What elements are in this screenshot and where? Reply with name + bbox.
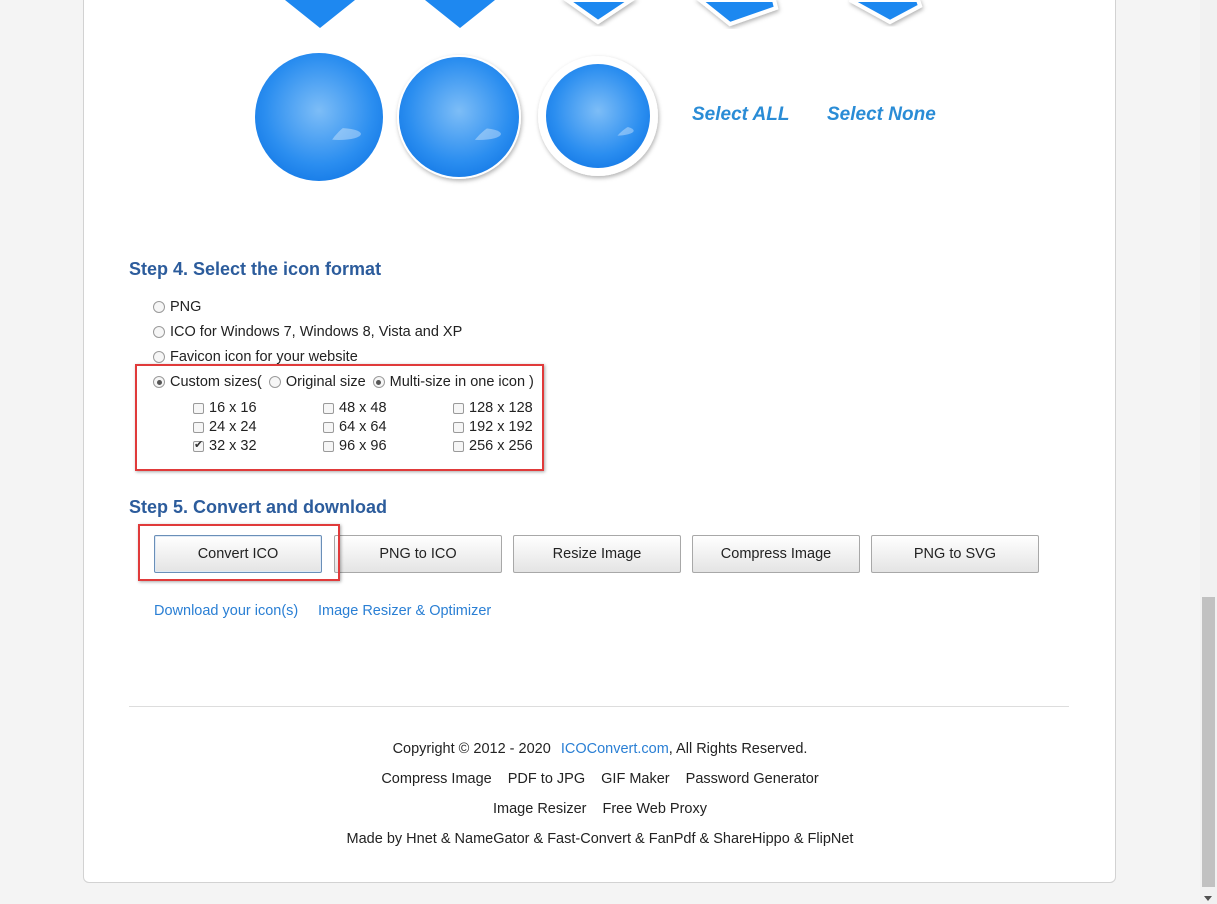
radio-icon[interactable] xyxy=(153,301,165,313)
shield-icon-4[interactable] xyxy=(696,0,780,32)
radio-icon[interactable] xyxy=(153,351,165,363)
footer-link-compress-image[interactable]: Compress Image xyxy=(381,771,491,787)
png-to-svg-button[interactable]: PNG to SVG xyxy=(871,535,1039,573)
format-option-ico[interactable]: ICO for Windows 7, Windows 8, Vista and … xyxy=(153,323,462,341)
step4-heading: Step 4. Select the icon format xyxy=(129,259,382,279)
shield-icon-1[interactable] xyxy=(285,0,355,32)
highlight-box-convert xyxy=(138,524,340,581)
format-option-png[interactable]: PNG xyxy=(153,298,201,316)
rights-text: , All Rights Reserved. xyxy=(668,741,808,757)
site-link[interactable]: ICOConvert.com xyxy=(561,741,669,757)
footer-link-gif-maker[interactable]: GIF Maker xyxy=(601,771,669,787)
option-label: ICO for Windows 7, Windows 8, Vista and … xyxy=(170,324,463,340)
footer-links-row-2: Image Resizer Free Web Proxy xyxy=(0,801,1200,817)
shield-icon-2[interactable] xyxy=(425,0,495,32)
resize-image-button[interactable]: Resize Image xyxy=(513,535,681,573)
radio-icon[interactable] xyxy=(153,326,165,338)
shield-icon-5[interactable] xyxy=(849,0,930,32)
circle-icon-1[interactable] xyxy=(254,52,384,182)
circle-icon-3[interactable] xyxy=(536,54,666,184)
footer-divider xyxy=(129,706,1069,707)
option-label: PNG xyxy=(170,299,202,315)
scrollbar-thumb[interactable] xyxy=(1202,597,1215,887)
footer-link-password-generator[interactable]: Password Generator xyxy=(686,771,819,787)
footer-link-pdf-to-jpg[interactable]: PDF to JPG xyxy=(508,771,585,787)
png-to-ico-button[interactable]: PNG to ICO xyxy=(334,535,502,573)
made-by-line: Made by Hnet & NameGator & Fast-Convert … xyxy=(346,831,854,847)
copyright-line: Copyright © 2012 - 2020 ICOConvert.com, … xyxy=(0,741,1200,757)
compress-image-button[interactable]: Compress Image xyxy=(692,535,860,573)
select-none-link[interactable]: Select None xyxy=(827,104,936,126)
page-scrollbar[interactable] xyxy=(1200,0,1217,904)
footer-link-image-resizer[interactable]: Image Resizer xyxy=(493,801,586,817)
footer-link-free-web-proxy[interactable]: Free Web Proxy xyxy=(603,801,708,817)
copyright-text: Copyright © 2012 - 2020 xyxy=(392,741,551,757)
shield-icon-3[interactable] xyxy=(563,0,635,32)
highlight-box-sizes xyxy=(135,364,544,471)
option-label: Favicon icon for your website xyxy=(170,349,358,365)
scroll-down-arrow-icon[interactable] xyxy=(1204,896,1212,901)
circle-icon-2[interactable] xyxy=(396,52,526,182)
step5-heading: Step 5. Convert and download xyxy=(129,497,388,517)
select-all-link[interactable]: Select ALL xyxy=(692,104,790,126)
image-resizer-optimizer-link[interactable]: Image Resizer & Optimizer xyxy=(318,603,491,619)
download-icons-link[interactable]: Download your icon(s) xyxy=(154,603,298,619)
footer-links-row-1: Compress Image PDF to JPG GIF Maker Pass… xyxy=(0,771,1200,787)
